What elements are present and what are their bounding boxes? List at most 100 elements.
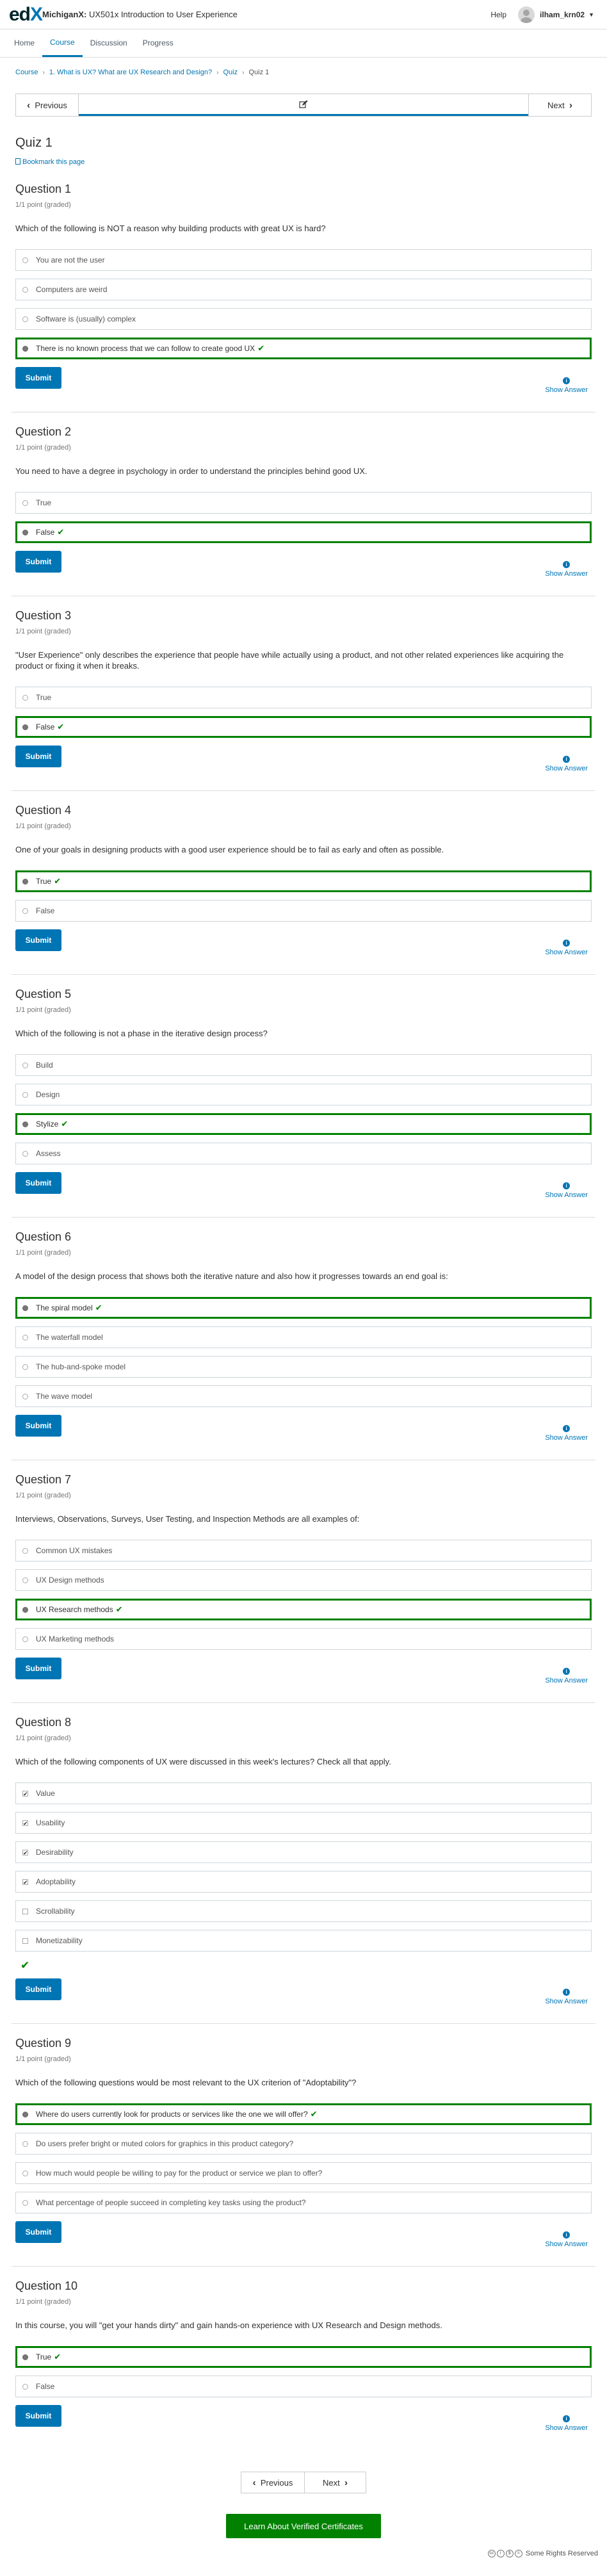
answer-option[interactable]: False ✔ [15, 716, 592, 738]
radio-button[interactable] [22, 345, 28, 352]
radio-button[interactable] [22, 529, 28, 535]
help-link[interactable]: Help [490, 10, 506, 19]
answer-option[interactable]: True ✔ [15, 870, 592, 892]
radio-button[interactable] [22, 724, 28, 730]
answer-option[interactable]: There is no known process that we can fo… [15, 338, 592, 359]
submit-button[interactable]: Submit [15, 2405, 61, 2427]
radio-button[interactable] [22, 286, 28, 293]
bottom-next-button[interactable]: Next › [305, 2472, 366, 2493]
submit-button[interactable]: Submit [15, 1658, 61, 1679]
answer-option[interactable]: True [15, 687, 592, 708]
radio-button[interactable] [22, 2383, 28, 2390]
checkbox[interactable]: ✔ [22, 1790, 28, 1797]
show-answer-button[interactable]: i Show Answer [545, 756, 588, 772]
radio-button[interactable] [22, 878, 28, 884]
radio-button[interactable] [22, 1606, 28, 1613]
radio-button[interactable] [22, 1121, 28, 1127]
answer-option[interactable]: Assess [15, 1143, 592, 1164]
answer-option[interactable]: Software is (usually) complex [15, 308, 592, 330]
submit-button[interactable]: Submit [15, 1978, 61, 2000]
answer-option[interactable]: True ✔ [15, 2346, 592, 2368]
radio-button[interactable] [22, 1547, 28, 1554]
answer-option[interactable]: UX Design methods [15, 1569, 592, 1591]
breadcrumb-section[interactable]: 1. What is UX? What are UX Research and … [49, 69, 212, 76]
answer-option[interactable]: Do users prefer bright or muted colors f… [15, 2133, 592, 2155]
answer-option[interactable]: Monetizability [15, 1930, 592, 1952]
edx-logo[interactable]: edX [9, 0, 43, 29]
submit-button[interactable]: Submit [15, 1172, 61, 1194]
checkbox[interactable] [22, 1908, 28, 1914]
radio-button[interactable] [22, 694, 28, 701]
radio-button[interactable] [22, 500, 28, 506]
answer-option[interactable]: False [15, 2376, 592, 2397]
checkbox[interactable] [22, 1937, 28, 1944]
sequence-unit-tab[interactable] [79, 94, 528, 116]
verified-certificate-button[interactable]: Learn About Verified Certificates [226, 2514, 381, 2538]
radio-button[interactable] [22, 316, 28, 322]
radio-button[interactable] [22, 2170, 28, 2176]
answer-option[interactable]: The hub-and-spoke model [15, 1356, 592, 1378]
radio-button[interactable] [22, 1091, 28, 1098]
radio-button[interactable] [22, 2354, 28, 2360]
radio-button[interactable] [22, 1577, 28, 1583]
radio-button[interactable] [22, 257, 28, 263]
avatar[interactable] [518, 6, 535, 23]
show-answer-button[interactable]: i Show Answer [545, 2415, 588, 2432]
username[interactable]: ilham_krn02 [540, 10, 585, 19]
show-answer-button[interactable]: i Show Answer [545, 561, 588, 578]
show-answer-button[interactable]: i Show Answer [545, 1182, 588, 1199]
submit-button[interactable]: Submit [15, 1415, 61, 1437]
show-answer-button[interactable]: i Show Answer [545, 940, 588, 956]
tab-discussion[interactable]: Discussion [83, 29, 135, 57]
answer-option[interactable]: False ✔ [15, 521, 592, 543]
answer-option[interactable]: What percentage of people succeed in com… [15, 2192, 592, 2213]
radio-button[interactable] [22, 2199, 28, 2206]
radio-button[interactable] [22, 1150, 28, 1157]
answer-option[interactable]: Build [15, 1054, 592, 1076]
submit-button[interactable]: Submit [15, 367, 61, 389]
answer-option[interactable]: ✔ Desirability [15, 1841, 592, 1863]
show-answer-button[interactable]: i Show Answer [545, 2231, 588, 2248]
answer-option[interactable]: Common UX mistakes [15, 1540, 592, 1561]
bookmark-button[interactable]: Bookmark this page [15, 158, 592, 166]
checkbox[interactable]: ✔ [22, 1879, 28, 1885]
answer-option[interactable]: False [15, 900, 592, 922]
show-answer-button[interactable]: i Show Answer [545, 1668, 588, 1684]
answer-option[interactable]: ✔ Usability [15, 1812, 592, 1834]
radio-button[interactable] [22, 1062, 28, 1068]
answer-option[interactable]: Design [15, 1084, 592, 1105]
previous-button[interactable]: ‹ Previous [16, 94, 79, 116]
answer-option[interactable]: Where do users currently look for produc… [15, 2103, 592, 2125]
chevron-down-icon[interactable]: ▼ [588, 12, 594, 18]
radio-button[interactable] [22, 1636, 28, 1642]
radio-button[interactable] [22, 1305, 28, 1311]
show-answer-button[interactable]: i Show Answer [545, 1425, 588, 1442]
show-answer-button[interactable]: i Show Answer [545, 1989, 588, 2005]
answer-option[interactable]: You are not the user [15, 249, 592, 271]
radio-button[interactable] [22, 2140, 28, 2147]
breadcrumb-subsection[interactable]: Quiz [223, 69, 238, 76]
bottom-previous-button[interactable]: ‹ Previous [241, 2472, 305, 2493]
submit-button[interactable]: Submit [15, 929, 61, 951]
checkbox[interactable]: ✔ [22, 1849, 28, 1855]
submit-button[interactable]: Submit [15, 551, 61, 573]
answer-option[interactable]: UX Marketing methods [15, 1628, 592, 1650]
submit-button[interactable]: Submit [15, 2221, 61, 2243]
tab-home[interactable]: Home [6, 29, 42, 57]
answer-option[interactable]: The wave model [15, 1385, 592, 1407]
answer-option[interactable]: ✔ Value [15, 1782, 592, 1804]
answer-option[interactable]: The waterfall model [15, 1326, 592, 1348]
answer-option[interactable]: True [15, 492, 592, 514]
answer-option[interactable]: How much would people be willing to pay … [15, 2162, 592, 2184]
radio-button[interactable] [22, 2111, 28, 2117]
radio-button[interactable] [22, 1364, 28, 1370]
radio-button[interactable] [22, 1334, 28, 1341]
answer-option[interactable]: Stylize ✔ [15, 1113, 592, 1135]
answer-option[interactable]: ✔ Adoptability [15, 1871, 592, 1893]
answer-option[interactable]: The spiral model ✔ [15, 1297, 592, 1319]
show-answer-button[interactable]: i Show Answer [545, 377, 588, 394]
tab-course[interactable]: Course [42, 29, 83, 57]
answer-option[interactable]: UX Research methods ✔ [15, 1599, 592, 1620]
answer-option[interactable]: Scrollability [15, 1900, 592, 1922]
checkbox[interactable]: ✔ [22, 1820, 28, 1826]
